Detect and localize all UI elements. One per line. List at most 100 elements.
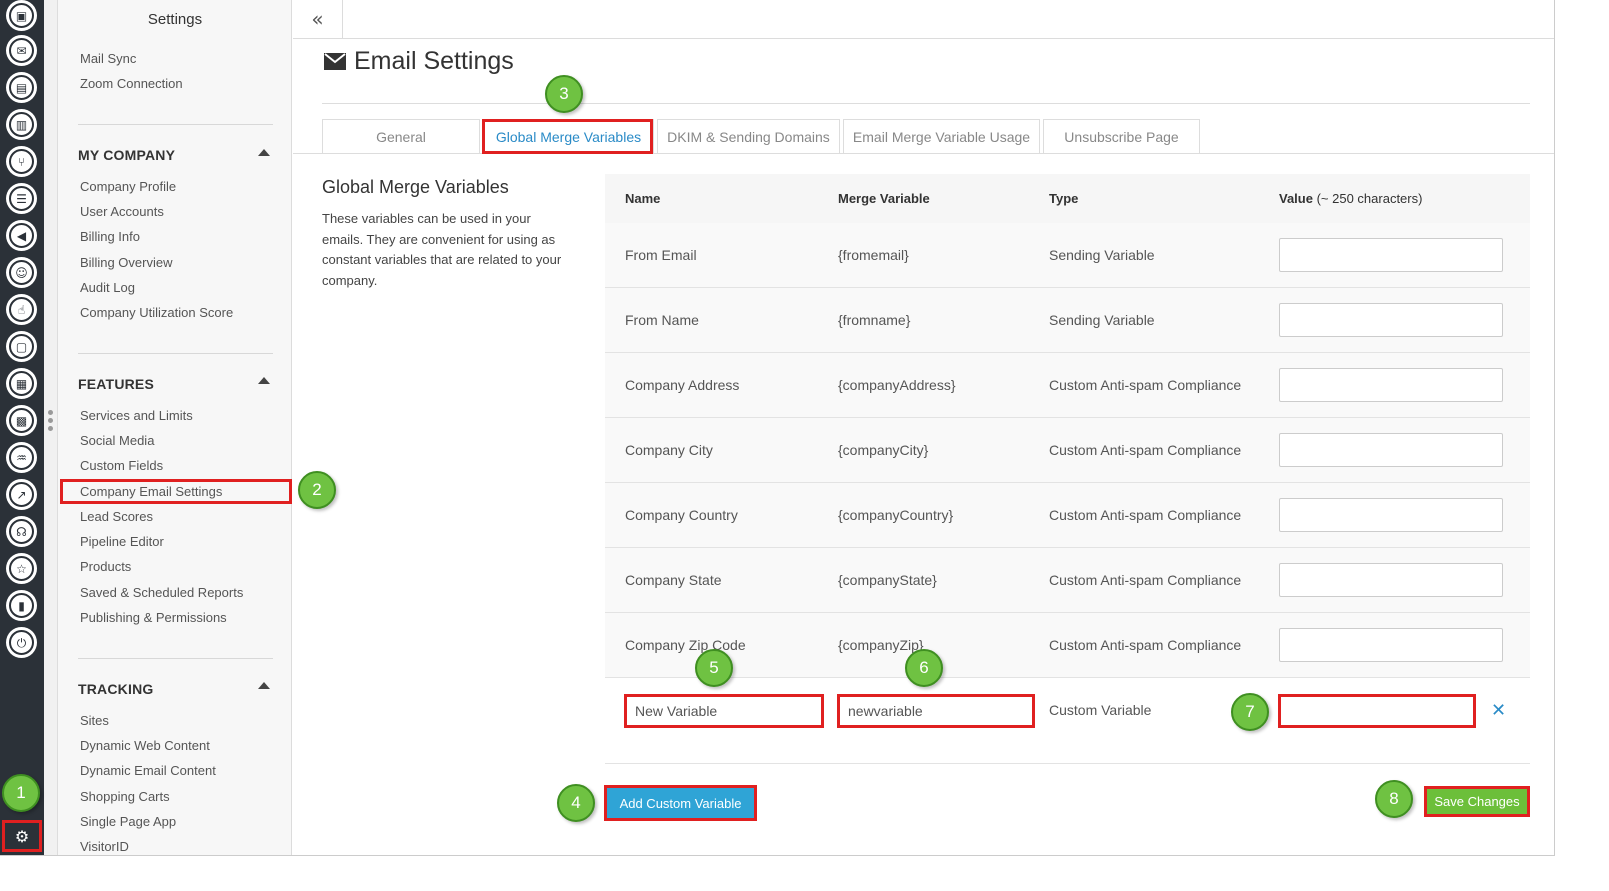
collapse-caret-icon[interactable]	[258, 377, 270, 384]
custom-variable-row: New Variable newvariable Custom Variable…	[605, 678, 1530, 764]
sidebar-item-dynamic-web-content[interactable]: Dynamic Web Content	[80, 738, 210, 753]
divider	[78, 658, 273, 659]
table-row: Company City {companyCity} Custom Anti-s…	[605, 418, 1530, 483]
drag-handle-icon[interactable]	[48, 410, 54, 434]
table-row: Company Zip Code {companyZip} Custom Ant…	[605, 613, 1530, 678]
merge-variables-table: Name Merge Variable Type Value (~ 250 ch…	[605, 174, 1530, 764]
sidebar-title: Settings	[147, 11, 203, 28]
plug-icon[interactable]: ⏻	[6, 627, 37, 658]
tab-email-merge-variable-usage[interactable]: Email Merge Variable Usage	[843, 119, 1040, 154]
top-bar: «	[293, 0, 1554, 39]
sidebar-item-visitorid[interactable]: VisitorID	[80, 839, 129, 854]
table-row: From Name {fromname} Sending Variable	[605, 288, 1530, 353]
video-icon[interactable]: ▢	[6, 331, 37, 362]
sidebar-item-audit-log[interactable]: Audit Log	[80, 280, 135, 295]
tab-dkim-sending-domains[interactable]: DKIM & Sending Domains	[657, 119, 840, 154]
value-input[interactable]	[1279, 628, 1503, 662]
sidebar-item-company-utilization-score[interactable]: Company Utilization Score	[80, 305, 233, 320]
custom-variable-value-input[interactable]	[1278, 694, 1476, 728]
image-icon[interactable]: ▦	[6, 368, 37, 399]
step-marker: 1	[2, 774, 40, 812]
app-rail: ▣ ✉ ▤ ▥ ⑂ ☰ ◀ ☺ ☝ ▢ ▦ ▩ ♒ ↗ ☊ ☆ ▮ ⏻ ⚙	[0, 0, 44, 891]
row-name: From Email	[625, 247, 697, 263]
row-name: From Name	[625, 312, 699, 328]
collapse-sidebar-button[interactable]: «	[293, 0, 343, 38]
row-name: Company City	[625, 442, 713, 458]
sidebar-item-social-media[interactable]: Social Media	[80, 433, 154, 448]
collapse-caret-icon[interactable]	[258, 682, 270, 689]
table-header: Name Merge Variable Type Value (~ 250 ch…	[605, 174, 1530, 223]
sidebar-item-pipeline-editor[interactable]: Pipeline Editor	[80, 534, 164, 549]
row-merge-variable: {companyState}	[838, 572, 937, 588]
sidebar-item-products[interactable]: Products	[80, 559, 131, 574]
remove-variable-icon[interactable]: ✕	[1491, 700, 1506, 721]
section-heading-my-company: MY COMPANY	[78, 147, 176, 163]
calendar-icon[interactable]: ▩	[6, 405, 37, 436]
sidebar-item-user-accounts[interactable]: User Accounts	[80, 204, 164, 219]
thumbs-up-icon[interactable]: ☝	[6, 294, 37, 325]
column-header-value: Value (~ 250 characters)	[1279, 191, 1423, 206]
megaphone-icon[interactable]: ◀	[6, 220, 37, 251]
row-name: Company Country	[625, 507, 738, 523]
bar-chart-icon[interactable]: ▮	[6, 590, 37, 621]
section-title: Global Merge Variables	[322, 177, 509, 197]
value-input[interactable]	[1279, 303, 1503, 337]
sidebar-item-company-profile[interactable]: Company Profile	[80, 179, 176, 194]
page-title: Email Settings	[324, 47, 514, 76]
row-type: Sending Variable	[1049, 247, 1155, 263]
contacts-icon[interactable]: ▣	[6, 0, 37, 31]
value-input[interactable]	[1279, 563, 1503, 597]
sidebar-item-zoom-connection[interactable]: Zoom Connection	[80, 76, 183, 91]
custom-variable-merge-input[interactable]: newvariable	[837, 694, 1035, 728]
collapse-caret-icon[interactable]	[258, 149, 270, 156]
sidebar-item-dynamic-email-content[interactable]: Dynamic Email Content	[80, 763, 216, 778]
gear-icon[interactable]: ⚙	[2, 820, 42, 852]
value-input[interactable]	[1279, 238, 1503, 272]
sidebar-item-billing-info[interactable]: Billing Info	[80, 229, 140, 244]
custom-variable-name-input[interactable]: New Variable	[624, 694, 824, 728]
value-input[interactable]	[1279, 433, 1503, 467]
save-changes-button[interactable]: Save Changes	[1424, 786, 1530, 817]
chat-icon[interactable]: ☺	[6, 257, 37, 288]
row-type: Custom Anti-spam Compliance	[1049, 507, 1242, 523]
sidebar-item-saved-scheduled-reports[interactable]: Saved & Scheduled Reports	[80, 585, 243, 600]
tab-unsubscribe-page[interactable]: Unsubscribe Page	[1043, 119, 1200, 154]
clipboard-icon[interactable]: ▤	[6, 72, 37, 103]
map-icon[interactable]: ▥	[6, 109, 37, 140]
frame-edge	[1554, 0, 1609, 891]
highlight-box	[482, 119, 653, 154]
handshake-icon[interactable]: ♒	[6, 442, 37, 473]
panel-splitter[interactable]	[44, 0, 58, 891]
row-name: Company Zip Code	[625, 637, 746, 653]
sidebar-item-shopping-carts[interactable]: Shopping Carts	[80, 789, 170, 804]
column-header-merge-variable: Merge Variable	[838, 191, 930, 206]
user-star-icon[interactable]: ☆	[6, 553, 37, 584]
sidebar-item-services-and-limits[interactable]: Services and Limits	[80, 408, 193, 423]
sidebar-item-sites[interactable]: Sites	[80, 713, 109, 728]
value-input[interactable]	[1279, 368, 1503, 402]
sidebar-item-custom-fields[interactable]: Custom Fields	[80, 458, 163, 473]
divider	[322, 103, 1530, 104]
step-marker: 8	[1375, 780, 1413, 818]
tab-general[interactable]: General	[322, 119, 480, 154]
table-row: Company Country {companyCountry} Custom …	[605, 483, 1530, 548]
row-type: Custom Variable	[1049, 702, 1152, 718]
step-marker: 7	[1231, 693, 1269, 731]
sidebar-item-single-page-app[interactable]: Single Page App	[80, 814, 176, 829]
list-icon[interactable]: ☰	[6, 183, 37, 214]
sidebar-item-billing-overview[interactable]: Billing Overview	[80, 255, 172, 270]
headset-icon[interactable]: ☊	[6, 516, 37, 547]
add-custom-variable-button[interactable]: Add Custom Variable	[604, 785, 757, 821]
sidebar-item-lead-scores[interactable]: Lead Scores	[80, 509, 153, 524]
inbox-icon[interactable]: ✉	[6, 35, 37, 66]
step-marker: 5	[695, 649, 733, 687]
row-type: Custom Anti-spam Compliance	[1049, 442, 1242, 458]
row-merge-variable: {companyCountry}	[838, 507, 954, 523]
sidebar-item-mail-sync[interactable]: Mail Sync	[80, 51, 136, 66]
chart-icon[interactable]: ↗	[6, 479, 37, 510]
branch-icon[interactable]: ⑂	[6, 146, 37, 177]
value-input[interactable]	[1279, 498, 1503, 532]
step-marker: 6	[905, 649, 943, 687]
sidebar-item-publishing-permissions[interactable]: Publishing & Permissions	[80, 610, 227, 625]
table-row: Company Address {companyAddress} Custom …	[605, 353, 1530, 418]
